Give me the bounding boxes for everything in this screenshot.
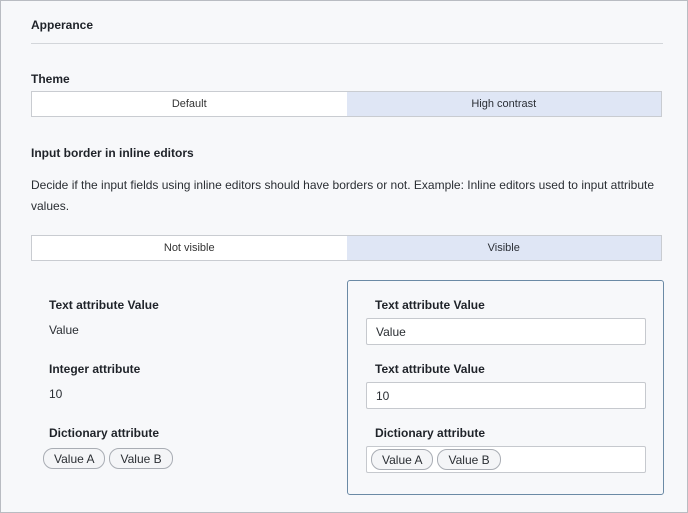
input-border-toggle: Not visible Visible	[31, 235, 662, 261]
left-text-attr-value[interactable]: Value	[49, 323, 79, 337]
dictionary-tag[interactable]: Value A	[371, 449, 434, 470]
divider	[31, 43, 663, 44]
left-integer-attr-label: Integer attribute	[49, 362, 141, 376]
border-option-not-visible[interactable]: Not visible	[32, 236, 347, 260]
dictionary-tag[interactable]: Value B	[437, 449, 501, 470]
input-border-label: Input border in inline editors	[31, 146, 194, 160]
right-text-attr-value: Value	[376, 324, 406, 339]
left-text-attr-label: Text attribute Value	[49, 298, 159, 312]
left-dictionary-tags: Value A Value B	[43, 448, 177, 469]
right-integer-attr-label: Text attribute Value	[375, 362, 485, 376]
theme-toggle: Default High contrast	[31, 91, 662, 117]
right-dictionary-input[interactable]: Value A Value B	[366, 446, 646, 473]
dictionary-tag[interactable]: Value A	[43, 448, 106, 469]
theme-option-high-contrast[interactable]: High contrast	[346, 92, 661, 116]
section-title: Apperance	[31, 18, 94, 32]
appearance-panel: Apperance Theme Default High contrast In…	[0, 0, 688, 513]
right-text-attr-label: Text attribute Value	[375, 298, 485, 312]
left-dictionary-attr-label: Dictionary attribute	[49, 426, 160, 440]
input-border-description: Decide if the input fields using inline …	[31, 178, 655, 213]
theme-option-default[interactable]: Default	[32, 92, 347, 116]
right-integer-attr-input[interactable]: 10	[366, 382, 646, 409]
right-text-attr-input[interactable]: Value	[366, 318, 646, 345]
right-integer-attr-value: 10	[376, 388, 390, 403]
left-integer-attr-value[interactable]: 10	[49, 387, 62, 401]
dictionary-tag[interactable]: Value B	[109, 448, 173, 469]
theme-label: Theme	[31, 72, 70, 86]
right-dictionary-attr-label: Dictionary attribute	[375, 426, 486, 440]
border-option-visible[interactable]: Visible	[346, 236, 661, 260]
